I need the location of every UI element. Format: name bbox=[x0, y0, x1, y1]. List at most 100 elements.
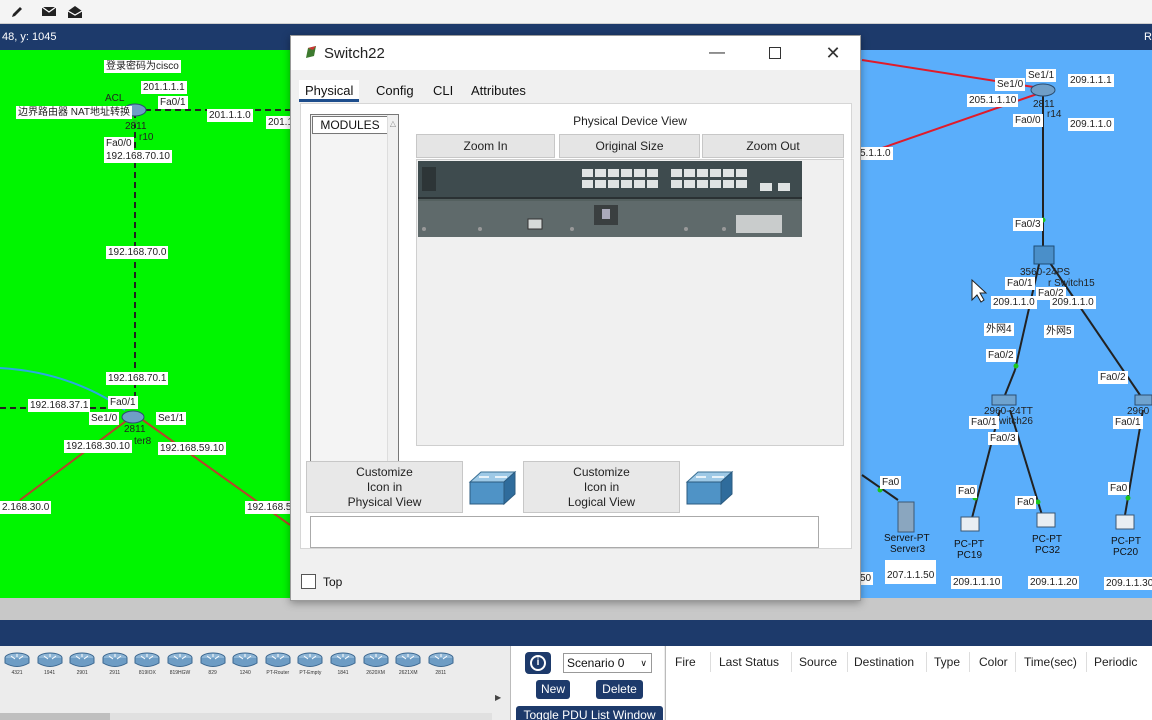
port-label: Fa0/2 bbox=[986, 349, 1016, 362]
router-icon bbox=[363, 652, 389, 667]
device-tile[interactable]: PT-Router bbox=[263, 650, 293, 680]
device-tile[interactable]: 2811 bbox=[426, 650, 456, 680]
device-tile-label: 1941 bbox=[44, 670, 56, 676]
device-tile[interactable]: 2620XM bbox=[361, 650, 391, 680]
tab-config[interactable]: Config bbox=[370, 80, 420, 102]
maximize-icon bbox=[769, 47, 781, 59]
column-header[interactable]: Color bbox=[979, 655, 1008, 669]
device-tile[interactable]: 829 bbox=[198, 650, 228, 680]
server-type-label: Server-PT bbox=[884, 533, 930, 544]
device-tile-label: 829 bbox=[208, 670, 217, 676]
device-tile[interactable]: 1841 bbox=[328, 650, 358, 680]
router-icon bbox=[167, 652, 193, 667]
ip-label: 209.1.1.0 bbox=[991, 296, 1037, 309]
customize-logical-icon-button[interactable]: Customize Icon in Logical View bbox=[523, 461, 680, 513]
column-header[interactable]: Type bbox=[934, 655, 960, 669]
workspace-header-right: R bbox=[1144, 31, 1152, 43]
port-label: Fa0/1 bbox=[158, 96, 188, 109]
device-name-label: ter8 bbox=[134, 436, 152, 447]
column-header[interactable]: Fire bbox=[675, 655, 696, 669]
device-tile-label: PT-Router bbox=[266, 670, 290, 676]
port-label: Fa0 bbox=[956, 485, 978, 498]
ip-label: 5.1.1.0 bbox=[858, 147, 893, 160]
tab-attributes[interactable]: Attributes bbox=[465, 80, 532, 102]
modules-scrollbar[interactable]: △ ▽ bbox=[387, 115, 398, 511]
scrollbar-thumb[interactable] bbox=[0, 713, 110, 720]
device-tile[interactable]: 2621XM bbox=[393, 650, 423, 680]
port-label: Se1/1 bbox=[1026, 69, 1057, 82]
pencil-icon[interactable] bbox=[8, 3, 26, 21]
device-tile-label: PT-Empty bbox=[299, 670, 322, 676]
port-label: Fa0/2 bbox=[1098, 371, 1128, 384]
scroll-up-icon[interactable]: △ bbox=[388, 119, 398, 128]
column-header[interactable]: Destination bbox=[854, 655, 914, 669]
device-dialog: Switch22 — ✕ Physical Config CLI Attribu… bbox=[290, 35, 861, 601]
modules-list[interactable]: MODULES △ ▽ bbox=[310, 114, 399, 512]
router-icon bbox=[330, 652, 356, 667]
scenario-select[interactable]: Scenario 0 ∨ bbox=[563, 653, 652, 673]
device-tile-label: 819IOX bbox=[138, 670, 156, 676]
dialog-text-area[interactable] bbox=[310, 516, 819, 548]
column-header[interactable]: Last Status bbox=[719, 655, 779, 669]
palette-scrollbar[interactable] bbox=[0, 713, 492, 720]
server-name-label: Server3 bbox=[890, 544, 926, 555]
device-name-label: r10 bbox=[139, 132, 154, 143]
toggle-pdu-list-button[interactable]: Toggle PDU List Window bbox=[516, 706, 663, 720]
column-header[interactable]: Time(sec) bbox=[1024, 655, 1077, 669]
device-tile[interactable]: PT-Empty bbox=[295, 650, 325, 680]
link-label: 外网5 bbox=[1044, 325, 1074, 338]
device-name-label: r14 bbox=[1047, 109, 1062, 120]
ip-label: 192.168.30.10 bbox=[64, 440, 132, 453]
modules-list-body[interactable] bbox=[312, 135, 388, 510]
envelope-open-icon[interactable] bbox=[66, 3, 84, 21]
maximize-button[interactable] bbox=[752, 38, 798, 68]
original-size-button[interactable]: Original Size bbox=[559, 134, 700, 158]
ip-label: 192.168.70.1 bbox=[106, 372, 169, 385]
zoom-out-button[interactable]: Zoom Out bbox=[702, 134, 844, 158]
checkbox-box[interactable] bbox=[301, 574, 316, 589]
close-button[interactable]: ✕ bbox=[810, 38, 856, 68]
device-tile[interactable]: 2911 bbox=[100, 650, 130, 680]
info-button[interactable]: i bbox=[525, 652, 551, 674]
tab-physical[interactable]: Physical bbox=[299, 80, 360, 102]
pc-name-label: PC32 bbox=[1035, 545, 1061, 556]
pc-type-label: PC-PT bbox=[1111, 536, 1141, 547]
device-tile-label: 2811 bbox=[435, 670, 447, 676]
device-tile[interactable]: 819IOX bbox=[132, 650, 162, 680]
tab-cli[interactable]: CLI bbox=[427, 80, 459, 102]
router-icon bbox=[265, 652, 291, 667]
zoom-in-button[interactable]: Zoom In bbox=[416, 134, 555, 158]
port-label: Fa0/1 bbox=[1005, 277, 1035, 290]
device-tile[interactable]: 819HGW bbox=[165, 650, 195, 680]
port-label: Fa0/1 bbox=[969, 416, 999, 429]
message-icon[interactable] bbox=[40, 3, 58, 21]
device-tile[interactable]: 1240 bbox=[230, 650, 260, 680]
customize-physical-icon-button[interactable]: Customize Icon in Physical View bbox=[306, 461, 463, 513]
port-label: Fa0/3 bbox=[988, 432, 1018, 445]
router-icon bbox=[232, 652, 258, 667]
top-checkbox[interactable]: Top bbox=[301, 574, 342, 589]
device-tile[interactable]: 1941 bbox=[35, 650, 65, 680]
device-tile-label: 4321 bbox=[11, 670, 23, 676]
column-header[interactable]: Source bbox=[799, 655, 837, 669]
ip-label: 209.1.1.20 bbox=[1028, 576, 1080, 589]
minimize-icon: — bbox=[709, 44, 725, 61]
switch-chassis-image[interactable] bbox=[418, 161, 802, 237]
customize-physical-label: Customize Icon in Physical View bbox=[347, 465, 422, 509]
new-scenario-button[interactable]: New bbox=[536, 680, 570, 699]
device-tile[interactable]: 2901 bbox=[67, 650, 97, 680]
column-header[interactable]: Periodic bbox=[1094, 655, 1137, 669]
border-router-note-label: 边界路由器 NAT地址转换 bbox=[16, 106, 133, 119]
device-tile[interactable]: 4321 bbox=[2, 650, 32, 680]
ip-label: 209.1.1.0 bbox=[1068, 118, 1114, 131]
dialog-titlebar[interactable]: Switch22 — ✕ bbox=[291, 36, 860, 70]
device-tile-label: 819HGW bbox=[169, 670, 191, 676]
collapse-arrow-icon[interactable]: ▶ bbox=[495, 693, 501, 702]
router-icon bbox=[200, 652, 226, 667]
device-viewport[interactable] bbox=[416, 159, 844, 446]
delete-scenario-button[interactable]: Delete bbox=[596, 680, 643, 699]
device-tile-label: 2621XM bbox=[398, 670, 418, 676]
minimize-button[interactable]: — bbox=[694, 38, 740, 68]
physical-panel: MODULES △ ▽ Physical Device View Zoom In… bbox=[300, 103, 852, 549]
pc-name-label: PC20 bbox=[1113, 547, 1139, 558]
